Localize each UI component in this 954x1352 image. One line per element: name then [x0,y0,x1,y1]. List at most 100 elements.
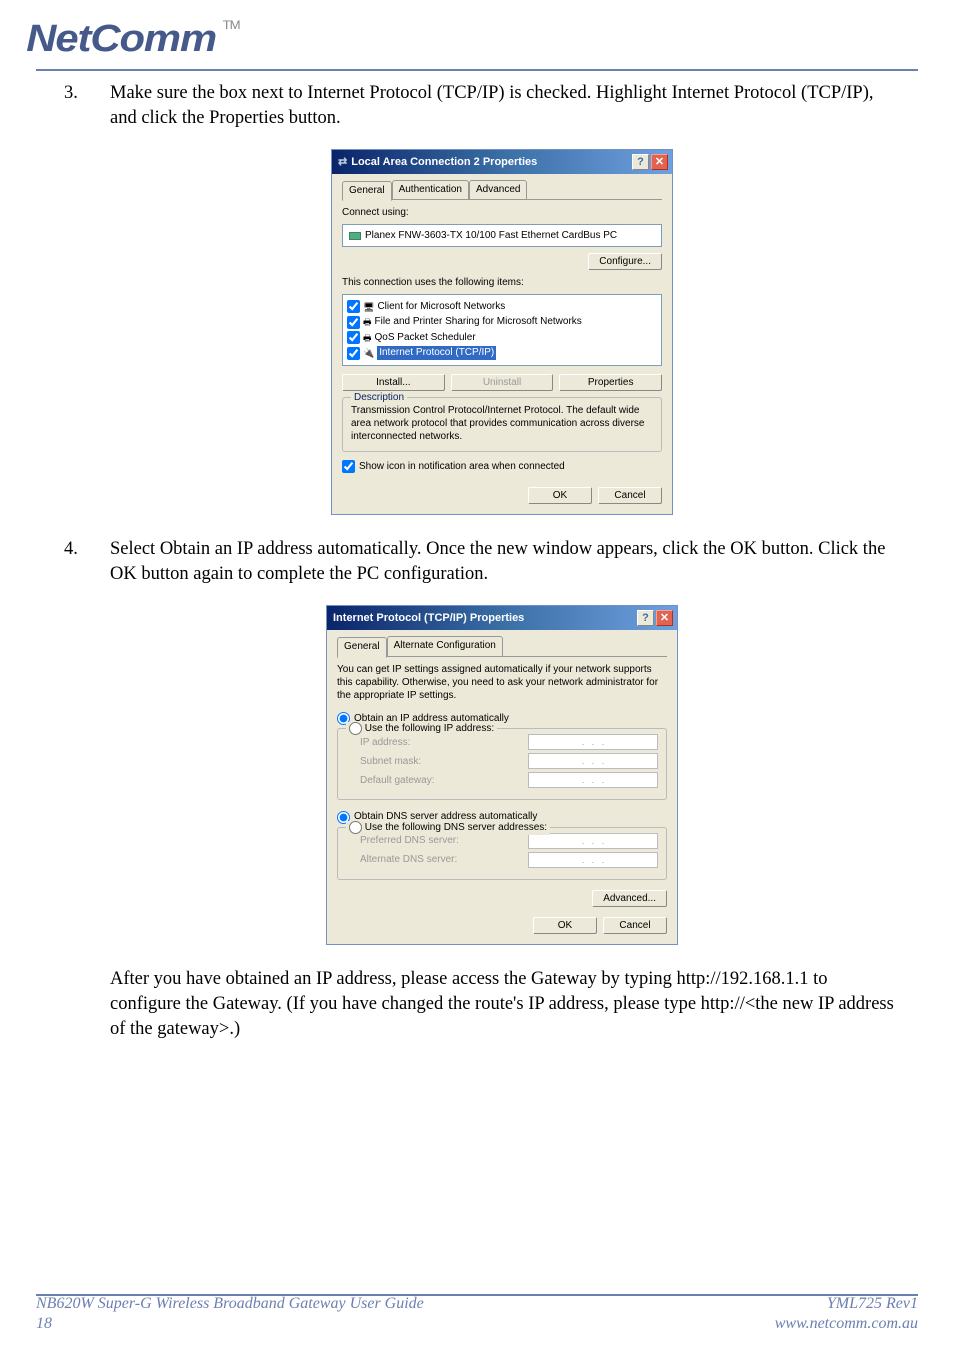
ip-address-label: IP address: [360,736,410,750]
show-icon-row: Show icon in notification area when conn… [342,460,662,474]
cancel-button[interactable]: Cancel [598,487,662,504]
nic-name: Planex FNW-3603-TX 10/100 Fast Ethernet … [365,229,617,243]
description-fieldset: Description Transmission Control Protoco… [342,397,662,452]
dns-fieldset: Use the following DNS server addresses: … [337,827,667,880]
client-icon: 🖥 [363,301,374,313]
chk-tcpip[interactable] [347,347,360,360]
help-button[interactable]: ? [637,610,654,626]
footer-page-number: 18 [36,1314,424,1334]
item-client[interactable]: 🖥Client for Microsoft Networks [347,299,657,315]
footer-left: NB620W Super-G Wireless Broadband Gatewa… [36,1294,424,1334]
description-text: Transmission Control Protocol/Internet P… [351,404,653,443]
dialog2-title: Internet Protocol (TCP/IP) Properties [333,611,635,626]
configure-button[interactable]: Configure... [588,253,662,270]
ip-fieldset: Use the following IP address: IP address… [337,728,667,800]
logo-text: NetComm [26,18,216,60]
ok-button[interactable]: OK [528,487,592,504]
alt-dns-row: Alternate DNS server: . . . [360,852,658,868]
step-3-text: Make sure the box next to Internet Proto… [110,83,874,128]
dns-legend: Use the following DNS server addresses: [346,821,550,835]
step-4: 4. Select Obtain an IP address automatic… [110,537,894,944]
close-button[interactable]: ✕ [656,610,673,626]
advanced-row: Advanced... [337,890,667,907]
dialog1-titlebar: ⇄ Local Area Connection 2 Properties ? ✕ [332,150,672,174]
step-3-number: 3. [64,81,78,106]
ip-address-input[interactable]: . . . [528,734,658,750]
dialog2-ok-row: OK Cancel [337,917,667,934]
install-button[interactable]: Install... [342,374,445,391]
items-list: 🖥Client for Microsoft Networks 🖶File and… [342,294,662,366]
alt-dns-label: Alternate DNS server: [360,853,457,867]
chk-fileshare[interactable] [347,316,360,329]
page-footer: NB620W Super-G Wireless Broadband Gatewa… [36,1294,918,1334]
ok-button[interactable]: OK [533,917,597,934]
uninstall-button[interactable]: Uninstall [451,374,554,391]
gateway-row: Default gateway:. . . [360,772,658,788]
qos-icon: 🖶 [363,332,372,344]
footer-url: www.netcomm.com.au [775,1314,918,1334]
radio-use-ip[interactable] [349,722,362,735]
connect-using-label: Connect using: [342,206,662,220]
show-icon-label: Show icon in notification area when conn… [359,460,565,474]
help-button[interactable]: ? [632,154,649,170]
radio-use-ip-label: Use the following IP address: [365,724,494,735]
gateway-input[interactable]: . . . [528,772,658,788]
description-legend: Description [351,391,407,405]
pref-dns-input[interactable]: . . . [528,833,658,849]
page-content: 3. Make sure the box next to Internet Pr… [0,71,954,1042]
step-3: 3. Make sure the box next to Internet Pr… [110,81,894,515]
close-button[interactable]: ✕ [651,154,668,170]
subnet-label: Subnet mask: [360,755,421,769]
dialog1-tabs: General Authentication Advanced [342,180,662,201]
dialog1-body: General Authentication Advanced Connect … [332,174,672,515]
subnet-row: Subnet mask: . . . [360,753,658,769]
item-qos[interactable]: 🖶QoS Packet Scheduler [347,330,657,346]
show-icon-checkbox[interactable] [342,460,355,473]
configure-row: Configure... [342,253,662,270]
step-4-text: Select Obtain an IP address automaticall… [110,539,885,584]
item-fileshare[interactable]: 🖶File and Printer Sharing for Microsoft … [347,314,657,330]
page-header: NetComm TM [0,0,954,69]
pref-dns-row: Preferred DNS server: . . . [360,833,658,849]
footer-revision: YML725 Rev1 [775,1294,918,1314]
chk-qos[interactable] [347,331,360,344]
footer-title: NB620W Super-G Wireless Broadband Gatewa… [36,1294,424,1314]
item-qos-label: QoS Packet Scheduler [375,331,476,345]
nic-icon [349,232,361,240]
tab-authentication[interactable]: Authentication [392,180,469,200]
network-icon: ⇄ [338,155,347,170]
lan-properties-dialog: ⇄ Local Area Connection 2 Properties ? ✕… [331,149,673,516]
logo-trademark: TM [223,18,240,32]
pref-dns-label: Preferred DNS server: [360,834,459,848]
dialog2-intro: You can get IP settings assigned automat… [337,663,667,702]
dialog2-titlebar: Internet Protocol (TCP/IP) Properties ? … [327,606,677,630]
tab-general[interactable]: General [342,181,392,202]
item-tcpip[interactable]: 🔌Internet Protocol (TCP/IP) [347,345,657,361]
dialog2-tabs: General Alternate Configuration [337,636,667,657]
protocol-icon: 🔌 [363,347,374,359]
dialog1-ok-row: OK Cancel [342,487,662,504]
tab-advanced[interactable]: Advanced [469,180,527,200]
instruction-list: 3. Make sure the box next to Internet Pr… [60,81,894,945]
tcpip-properties-dialog: Internet Protocol (TCP/IP) Properties ? … [326,605,678,945]
step-4-number: 4. [64,537,78,562]
ip-legend: Use the following IP address: [346,722,497,736]
after-paragraph: After you have obtained an IP address, p… [60,967,894,1042]
properties-button[interactable]: Properties [559,374,662,391]
dialog2-body: General Alternate Configuration You can … [327,630,677,944]
tab-alternate[interactable]: Alternate Configuration [387,636,503,656]
chk-client[interactable] [347,300,360,313]
item-fileshare-label: File and Printer Sharing for Microsoft N… [375,315,582,329]
install-row: Install... Uninstall Properties [342,374,662,391]
advanced-button[interactable]: Advanced... [592,890,667,907]
uses-items-label: This connection uses the following items… [342,276,662,290]
subnet-input[interactable]: . . . [528,753,658,769]
ip-address-row: IP address: . . . [360,734,658,750]
cancel-button[interactable]: Cancel [603,917,667,934]
tab-general[interactable]: General [337,637,387,658]
radio-use-dns[interactable] [349,821,362,834]
printer-icon: 🖶 [363,316,372,328]
alt-dns-input[interactable]: . . . [528,852,658,868]
netcomm-logo: NetComm TM [26,18,239,61]
radio-use-dns-label: Use the following DNS server addresses: [365,822,547,833]
